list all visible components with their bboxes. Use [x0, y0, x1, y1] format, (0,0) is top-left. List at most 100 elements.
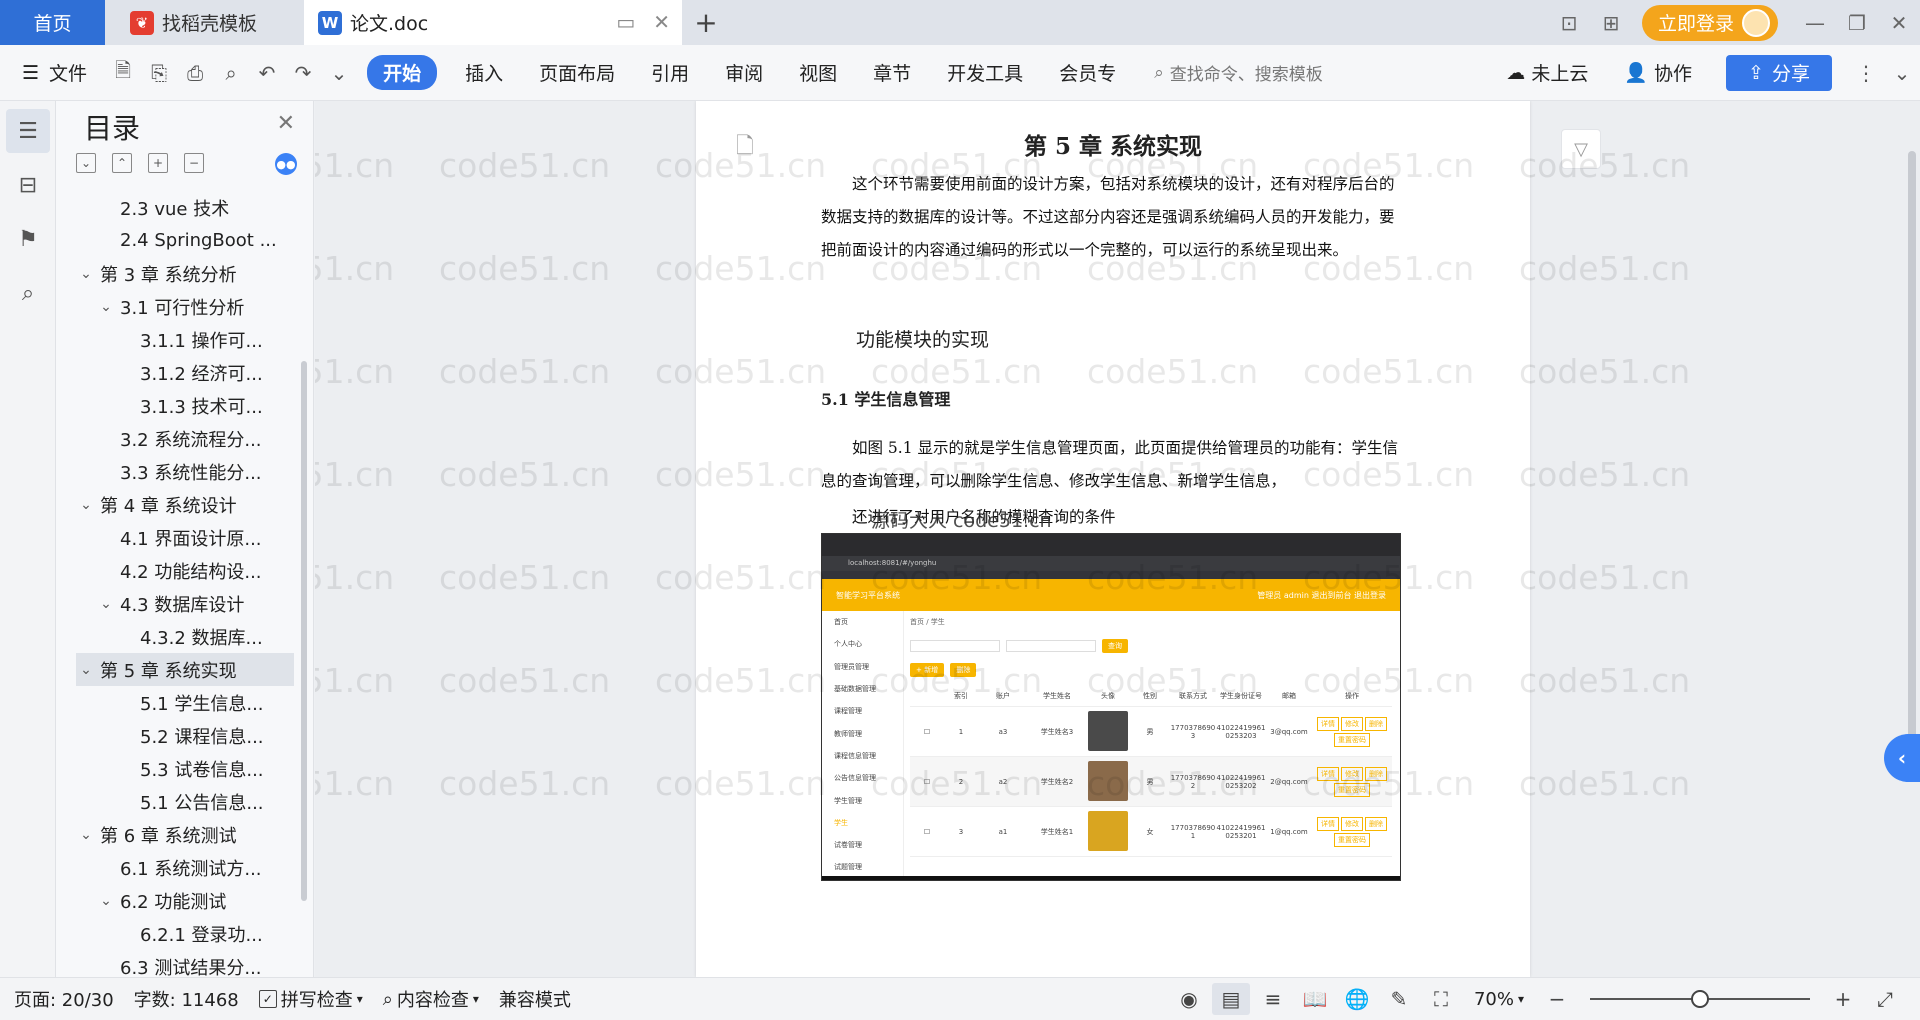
ribbon-tab-insert[interactable]: 插入: [447, 59, 521, 86]
zoom-out-icon[interactable]: −: [1538, 983, 1576, 1015]
ribbon-tab-review[interactable]: 审阅: [707, 59, 781, 86]
more-vertical-icon[interactable]: ⋮: [1848, 55, 1884, 91]
toc-item[interactable]: ⌄ 3.1 可行性分析: [76, 290, 294, 323]
toc-item[interactable]: 4.2 功能结构设...: [76, 554, 294, 587]
toc-item[interactable]: 3.1.2 经济可...: [76, 356, 294, 389]
tab-template[interactable]: ❦ 找稻壳模板: [108, 0, 300, 45]
expand-caret-icon[interactable]: ⌄: [76, 827, 96, 843]
file-menu[interactable]: ☰ 文件: [0, 59, 105, 86]
content-check[interactable]: ⌕ 内容检查 ▾: [373, 986, 489, 1012]
ribbon-tab-developer[interactable]: 开发工具: [929, 59, 1041, 86]
word-count[interactable]: 字数: 11468: [124, 986, 249, 1012]
toc-item[interactable]: 6.3 测试结果分...: [76, 950, 294, 978]
toc-item[interactable]: 3.1.3 技术可...: [76, 389, 294, 422]
toc-item[interactable]: 5.2 课程信息...: [76, 719, 294, 752]
print-preview-icon[interactable]: ⌕: [213, 55, 249, 91]
toc-item[interactable]: ⌄ 6.2 功能测试: [76, 884, 294, 917]
toc-item[interactable]: 2.3 vue 技术: [76, 191, 294, 224]
expand-all-icon[interactable]: ⌄: [76, 153, 96, 173]
zoom-slider-knob[interactable]: [1691, 990, 1709, 1008]
reading-view-icon[interactable]: 📖: [1296, 983, 1334, 1015]
document-page[interactable]: 🗋 第 5 章 系统实现 这个环节需要使用前面的设计方案，包括对系统模块的设计，…: [696, 101, 1530, 977]
export-pdf-icon[interactable]: ⎘: [141, 55, 177, 91]
write-view-icon[interactable]: ✎: [1380, 983, 1418, 1015]
ribbon-tab-section[interactable]: 章节: [855, 59, 929, 86]
toc-item[interactable]: 5.1 公告信息...: [76, 785, 294, 818]
fullscreen-icon[interactable]: ⤢: [1866, 983, 1904, 1015]
toc-item[interactable]: 4.3.2 数据库...: [76, 620, 294, 653]
find-icon[interactable]: ⌕: [6, 271, 50, 315]
toc-item[interactable]: 4.1 界面设计原...: [76, 521, 294, 554]
document-scrollbar[interactable]: [1900, 101, 1920, 977]
zoom-in-icon[interactable]: +: [1824, 983, 1862, 1015]
ai-assistant-icon[interactable]: ●●: [275, 153, 297, 175]
redo-icon[interactable]: ↷: [285, 55, 321, 91]
expand-caret-icon[interactable]: ⌄: [76, 266, 96, 282]
cloud-status[interactable]: ☁ 未上云: [1488, 59, 1606, 86]
share-button[interactable]: ⇪ 分享: [1726, 54, 1832, 91]
web-view-icon[interactable]: 🌐: [1338, 983, 1376, 1015]
ribbon-tab-start[interactable]: 开始: [367, 55, 438, 90]
zoom-value[interactable]: 70% ▾: [1464, 989, 1534, 1010]
toc-item[interactable]: 5.1 学生信息...: [76, 686, 294, 719]
tab-home[interactable]: 首页: [0, 0, 105, 45]
toc-item[interactable]: ⌄ 第 3 章 系统分析: [76, 257, 294, 290]
ribbon-tab-references[interactable]: 引用: [633, 59, 707, 86]
customize-chevron-icon[interactable]: ⌄: [321, 55, 357, 91]
section-nav-icon[interactable]: ⊟: [6, 163, 50, 207]
scrollbar-thumb[interactable]: [1908, 151, 1916, 751]
ribbon-tab-layout[interactable]: 页面布局: [521, 59, 633, 86]
toc-item[interactable]: 5.3 试卷信息...: [76, 752, 294, 785]
collab-button[interactable]: 👤 协作: [1606, 59, 1710, 86]
side-panel-toggle-icon[interactable]: ‹: [1884, 734, 1920, 782]
screen-icon[interactable]: ▭: [616, 10, 635, 34]
zoom-slider[interactable]: [1590, 990, 1810, 1008]
compat-mode[interactable]: 兼容模式: [489, 986, 581, 1012]
undo-icon[interactable]: ↶: [249, 55, 285, 91]
expand-caret-icon[interactable]: ⌄: [96, 596, 116, 612]
filter-icon[interactable]: ▽: [1561, 129, 1601, 169]
ribbon-tab-member[interactable]: 会员专: [1041, 59, 1134, 86]
tab-document[interactable]: W 论文.doc ▭ ✕: [304, 0, 682, 45]
new-tab-button[interactable]: +: [690, 6, 722, 39]
page-view-icon[interactable]: ▤: [1211, 983, 1250, 1015]
toc-item[interactable]: 2.4 SpringBoot ...: [76, 224, 294, 257]
remove-heading-icon[interactable]: −: [184, 153, 204, 173]
close-tab-icon[interactable]: ✕: [653, 10, 670, 34]
fit-page-icon[interactable]: ⛶: [1422, 983, 1460, 1015]
command-search[interactable]: ⌕ 查找命令、搜索模板: [1134, 60, 1474, 86]
toc-item[interactable]: ⌄ 第 6 章 系统测试: [76, 818, 294, 851]
add-heading-icon[interactable]: +: [148, 153, 168, 173]
close-icon[interactable]: ✕: [277, 111, 295, 136]
layout-icon[interactable]: ⊡: [1548, 11, 1590, 35]
login-button[interactable]: 立即登录: [1641, 4, 1778, 41]
expand-caret-icon[interactable]: ⌄: [96, 299, 116, 315]
collapse-all-icon[interactable]: ⌃: [112, 153, 132, 173]
minimize-icon[interactable]: —: [1794, 11, 1836, 35]
toc-item[interactable]: 3.3 系统性能分...: [76, 455, 294, 488]
bookmark-icon[interactable]: ⚑: [6, 217, 50, 261]
toc-scrollbar[interactable]: [301, 361, 307, 901]
spell-check[interactable]: ✓ 拼写检查 ▾: [249, 986, 373, 1012]
expand-caret-icon[interactable]: ⌄: [76, 662, 96, 678]
toc-item[interactable]: 3.1.1 操作可...: [76, 323, 294, 356]
expand-caret-icon[interactable]: ⌄: [96, 893, 116, 909]
page-indicator[interactable]: 页面: 20/30: [0, 986, 124, 1012]
toc-item[interactable]: ⌄ 第 4 章 系统设计: [76, 488, 294, 521]
toc-item[interactable]: 3.2 系统流程分...: [76, 422, 294, 455]
close-window-icon[interactable]: ✕: [1878, 11, 1920, 35]
restore-icon[interactable]: ❐: [1836, 11, 1878, 35]
toc-item[interactable]: 6.2.1 登录功...: [76, 917, 294, 950]
toc-item[interactable]: 6.1 系统测试方...: [76, 851, 294, 884]
toc-panel-icon[interactable]: ☰: [6, 109, 50, 153]
toc-item[interactable]: ⌄ 4.3 数据库设计: [76, 587, 294, 620]
save-icon[interactable]: 🗎: [105, 55, 141, 91]
toc-item[interactable]: ⌄ 第 5 章 系统实现: [76, 653, 294, 686]
outline-view-icon[interactable]: ≡: [1254, 983, 1292, 1015]
ribbon-tab-view[interactable]: 视图: [781, 59, 855, 86]
print-icon[interactable]: ⎙: [177, 55, 213, 91]
collapse-ribbon-icon[interactable]: ⌄: [1884, 55, 1920, 91]
expand-caret-icon[interactable]: ⌄: [76, 497, 96, 513]
grid-apps-icon[interactable]: ⊞: [1590, 11, 1632, 35]
eye-protection-icon[interactable]: ◉: [1170, 983, 1208, 1015]
